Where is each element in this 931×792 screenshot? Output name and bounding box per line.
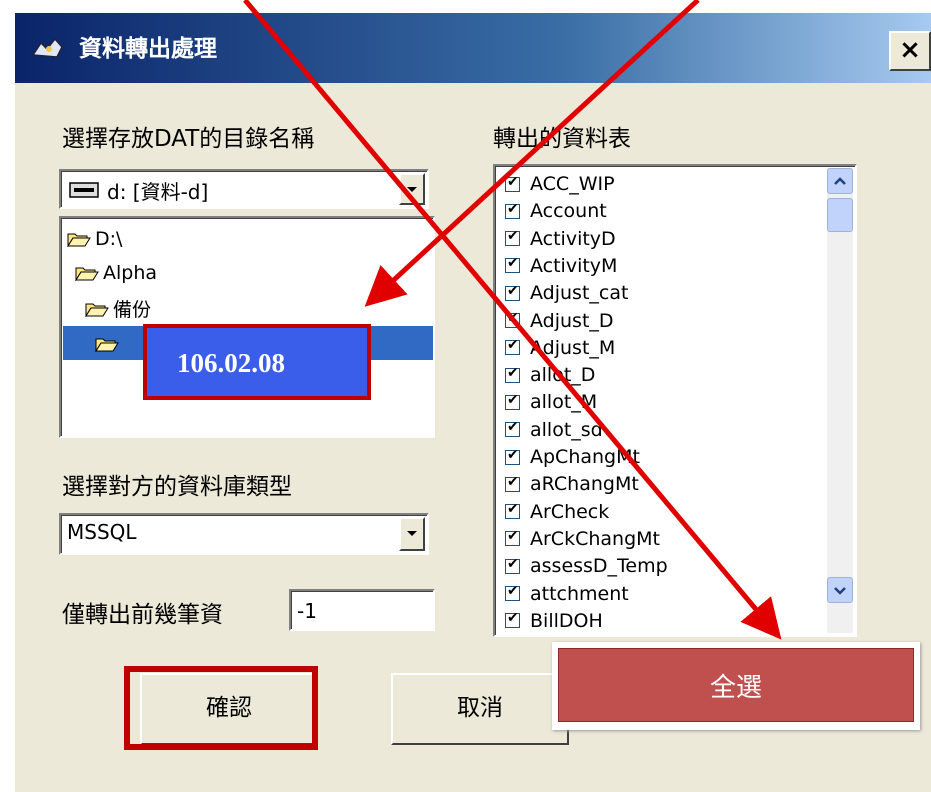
arrow-to-select-all <box>243 0 782 640</box>
arrow-to-folder <box>364 0 700 307</box>
annotation-arrows <box>243 0 782 640</box>
